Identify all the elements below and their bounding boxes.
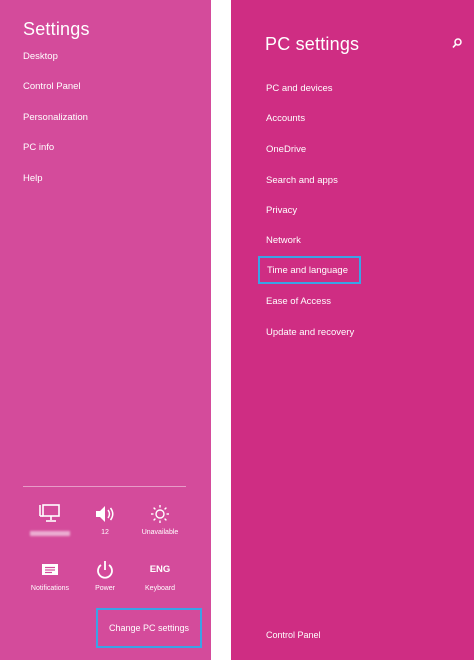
change-pc-settings-link[interactable]: Change PC settings [96, 608, 202, 648]
keyboard-tile[interactable]: ENG Keyboard [132, 560, 188, 592]
keyboard-icon: ENG [149, 564, 171, 575]
brightness-label: Unavailable [141, 529, 179, 536]
pc-settings-item-network[interactable]: Network [266, 235, 301, 247]
pc-settings-item-privacy[interactable]: Privacy [266, 205, 297, 217]
pc-settings-item-pc-and-devices[interactable]: PC and devices [266, 83, 333, 95]
settings-item-help[interactable]: Help [23, 173, 43, 185]
settings-item-desktop[interactable]: Desktop [23, 51, 58, 63]
settings-item-pc-info[interactable]: PC info [23, 142, 54, 154]
power-label: Power [95, 585, 115, 592]
time-and-language-label: Time and language [267, 265, 348, 276]
network-name-label [30, 531, 70, 536]
change-pc-settings-label: Change PC settings [108, 623, 190, 633]
brightness-icon [151, 505, 169, 523]
keyboard-label: Keyboard [145, 585, 175, 592]
control-panel-link[interactable]: Control Panel [266, 630, 321, 640]
notifications-icon [42, 564, 58, 575]
notifications-label: Notifications [30, 585, 70, 592]
volume-tile[interactable]: 12 [77, 504, 133, 536]
search-icon[interactable] [452, 38, 462, 49]
settings-item-personalization[interactable]: Personalization [23, 112, 88, 124]
settings-item-control-panel[interactable]: Control Panel [23, 81, 81, 93]
settings-title: Settings [23, 19, 90, 39]
quick-settings-divider [23, 486, 186, 487]
settings-charm-pane: Settings Desktop Control Panel Personali… [0, 0, 211, 660]
pc-settings-item-search-and-apps[interactable]: Search and apps [266, 175, 338, 187]
pc-settings-item-update-and-recovery[interactable]: Update and recovery [266, 327, 354, 339]
pc-settings-item-ease-of-access[interactable]: Ease of Access [266, 296, 331, 308]
pc-settings-item-time-and-language[interactable]: Time and language [258, 256, 361, 284]
brightness-tile[interactable]: Unavailable [132, 504, 188, 536]
notifications-tile[interactable]: Notifications [22, 560, 78, 592]
volume-icon [96, 506, 114, 522]
volume-level-label: 12 [101, 529, 109, 536]
network-tile[interactable] [22, 504, 78, 536]
power-icon [97, 561, 113, 579]
power-tile[interactable]: Power [77, 560, 133, 592]
pc-settings-item-onedrive[interactable]: OneDrive [266, 144, 306, 156]
network-icon [39, 504, 60, 522]
pc-settings-item-accounts[interactable]: Accounts [266, 113, 305, 125]
pc-settings-title: PC settings [265, 34, 360, 54]
